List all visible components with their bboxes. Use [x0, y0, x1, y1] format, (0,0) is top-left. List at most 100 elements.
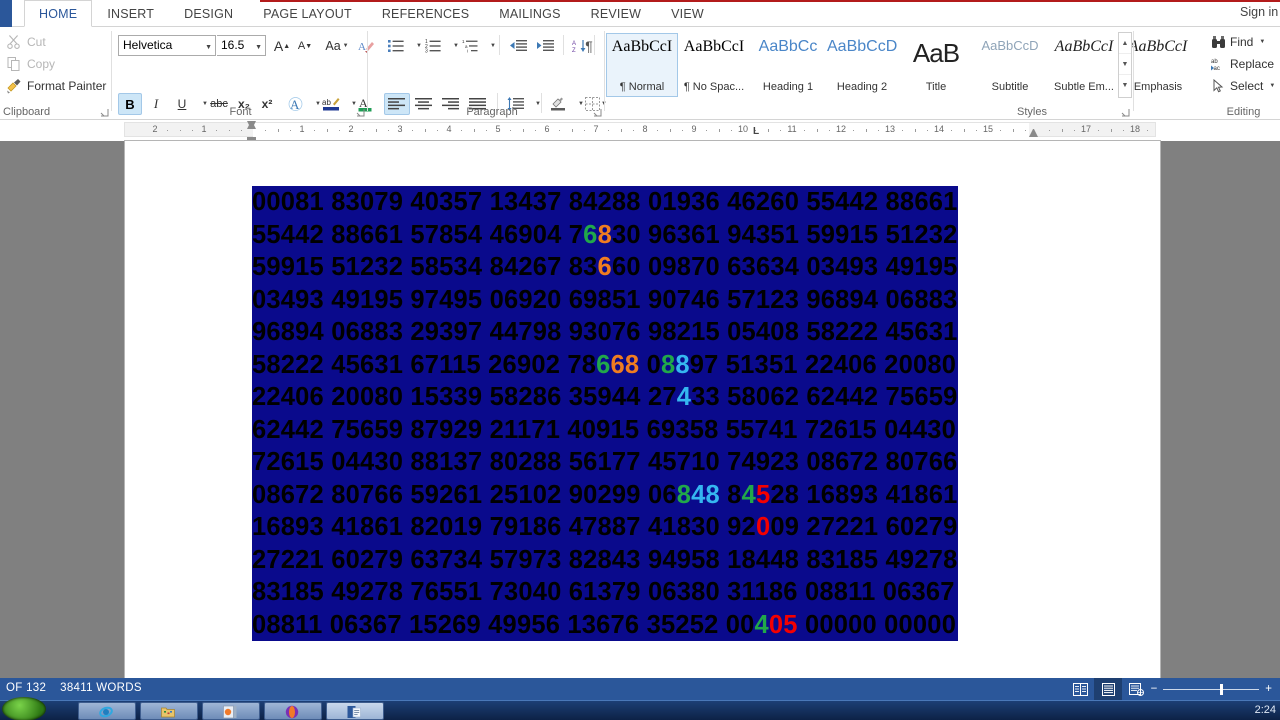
ruler-label: 3 — [397, 124, 403, 134]
group-divider — [1133, 31, 1134, 111]
style-item-heading-2[interactable]: AaBbCcD Heading 2 — [826, 33, 898, 97]
paragraph-dialog-launcher[interactable] — [593, 108, 602, 117]
document-line[interactable]: 72615 04430 88137 80288 56177 45710 7492… — [252, 446, 958, 479]
ruler-tick — [1049, 130, 1051, 131]
taskbar-item-internet-explorer[interactable] — [78, 702, 136, 720]
clear-formatting-button[interactable]: A — [355, 35, 377, 57]
style-item-title[interactable]: AaB Title — [900, 33, 972, 97]
ribbon-tab-design[interactable]: DESIGN — [169, 0, 248, 27]
ruler-label: 11 — [787, 124, 797, 134]
web-layout-button[interactable] — [1122, 678, 1150, 700]
document-line[interactable]: 22406 20080 15339 58286 35944 27433 5806… — [252, 381, 958, 414]
ruler-tick — [1000, 130, 1002, 131]
document-line[interactable]: 58222 45631 67115 26902 78668 08897 5135… — [252, 349, 958, 382]
word-count-label[interactable]: 38411 WORDS — [60, 682, 142, 694]
find-button[interactable]: Find ▼ — [1211, 33, 1265, 51]
start-button[interactable] — [2, 697, 46, 720]
select-button[interactable]: Select ▼ — [1211, 77, 1275, 95]
style-item-subtle-em[interactable]: AaBbCcI Subtle Em... — [1048, 33, 1120, 97]
ribbon-tab-references[interactable]: REFERENCES — [367, 0, 484, 27]
grow-font-button[interactable]: A ▲ — [271, 35, 293, 57]
document-line[interactable]: 96894 06883 29397 44798 93076 98215 0540… — [252, 316, 958, 349]
decrease-indent-button[interactable] — [505, 35, 531, 57]
bullets-button[interactable] — [384, 35, 408, 57]
ruler-tick — [424, 129, 426, 132]
ribbon-tab-insert[interactable]: INSERT — [92, 0, 169, 27]
document-line[interactable]: 59915 51232 58534 84267 83660 09870 6363… — [252, 251, 958, 284]
document-line[interactable]: 08672 80766 59261 25102 90299 06848 8452… — [252, 479, 958, 512]
taskbar-item-file-explorer[interactable] — [140, 702, 198, 720]
replace-button[interactable]: ab ac Replace — [1211, 55, 1274, 73]
horizontal-ruler[interactable]: 2 1 1 2 3 4 5 6 7 8 9 10 11 12 13 14 15 17 18 — [124, 122, 1156, 138]
style-item--no-spac[interactable]: AaBbCcI ¶ No Spac... — [678, 33, 750, 97]
ruler-label: 14 — [933, 124, 945, 134]
chevron-down-icon[interactable]: ▼ — [1269, 83, 1275, 89]
ribbon-tab-mailings[interactable]: MAILINGS — [484, 0, 575, 27]
styles-scroll-buttons[interactable]: ▲ ▼ ▼ — [1118, 32, 1132, 98]
document-page[interactable]: 00081 83079 40357 13437 84288 01936 4626… — [125, 141, 1160, 681]
status-bar: OF 132 38411 WORDS − + — [0, 678, 1280, 700]
zoom-out-button[interactable]: − — [1151, 683, 1158, 695]
read-mode-button[interactable] — [1066, 678, 1094, 700]
zoom-slider-handle[interactable] — [1220, 683, 1224, 695]
clipboard-dialog-launcher[interactable] — [100, 108, 109, 117]
right-indent-icon[interactable] — [1029, 129, 1038, 137]
selected-text-block[interactable]: 00081 83079 40357 13437 84288 01936 4626… — [252, 186, 958, 641]
hanging-indent-icon[interactable] — [247, 121, 256, 129]
styles-dialog-launcher[interactable] — [1121, 108, 1130, 117]
document-line[interactable]: 03493 49195 97495 06920 69851 90746 5712… — [252, 284, 958, 317]
editing-group-label: Editing — [1226, 106, 1261, 118]
ribbon-tab-view[interactable]: VIEW — [656, 0, 719, 27]
shrink-font-button[interactable]: A ▼ — [294, 35, 316, 57]
text-run-black: 27221 60279 63734 57973 82843 94958 1844… — [252, 545, 958, 574]
zoom-slider[interactable] — [1163, 683, 1260, 695]
style-item-heading-1[interactable]: AaBbCc Heading 1 — [752, 33, 824, 97]
format-painter-button[interactable]: Format Painter — [6, 77, 106, 95]
increase-indent-button[interactable] — [532, 35, 558, 57]
ruler-label: 15 — [982, 124, 994, 134]
font-name-input[interactable]: Helvetica ▼ — [118, 35, 216, 56]
text-run-cyan: 8 — [675, 350, 690, 379]
style-item--normal[interactable]: AaBbCcI ¶ Normal — [606, 33, 678, 97]
zoom-in-button[interactable]: + — [1265, 683, 1272, 695]
font-dialog-launcher[interactable] — [356, 108, 365, 117]
document-line[interactable]: 00081 83079 40357 13437 84288 01936 4626… — [252, 186, 958, 219]
ribbon-tab-page-layout[interactable]: PAGE LAYOUT — [248, 0, 367, 27]
document-line[interactable]: 27221 60279 63734 57973 82843 94958 1844… — [252, 544, 958, 577]
document-line[interactable]: 55442 88661 57854 46904 76830 96361 9435… — [252, 219, 958, 252]
ruler-tick — [1098, 130, 1100, 131]
styles-scroll-up-icon[interactable]: ▲ — [1119, 33, 1131, 54]
numbering-button[interactable]: 1 2 3 — [421, 35, 445, 57]
print-layout-button[interactable] — [1094, 678, 1122, 700]
clear-formatting-icon: A — [358, 38, 375, 54]
copy-button[interactable]: Copy — [6, 55, 55, 73]
style-item-subtitle[interactable]: AaBbCcD Subtitle — [974, 33, 1046, 97]
text-run-black: 60 09870 63634 03493 49195 — [611, 253, 958, 281]
word-icon — [347, 705, 361, 719]
multilevel-list-button[interactable]: 1 a i — [458, 35, 482, 57]
ribbon-tab-review[interactable]: REVIEW — [576, 0, 657, 27]
taskbar-item-opera[interactable] — [264, 702, 322, 720]
tab-stop-marker[interactable]: L — [753, 126, 759, 137]
document-line[interactable]: 83185 49278 76551 73040 61379 06380 3118… — [252, 576, 958, 609]
sign-in-link[interactable]: Sign in — [1240, 5, 1280, 19]
document-line[interactable]: 62442 75659 87929 21171 40915 69358 5574… — [252, 414, 958, 447]
document-line[interactable]: 16893 41861 82019 79186 47887 41830 9200… — [252, 511, 958, 544]
ribbon-tab-home[interactable]: HOME — [24, 0, 93, 27]
chevron-down-icon[interactable]: ▼ — [1259, 39, 1265, 45]
ruler-label: 9 — [691, 124, 697, 134]
ruler-tick — [522, 129, 524, 132]
taskbar-item-media-player[interactable] — [202, 702, 260, 720]
ruler-tick — [571, 129, 573, 132]
font-size-input[interactable]: 16.5 ▼ — [217, 35, 266, 56]
numbered-list-icon: 1 2 3 — [425, 39, 441, 53]
change-case-button[interactable]: Aa ▼ — [321, 35, 353, 57]
taskbar-item-word[interactable] — [326, 702, 384, 720]
styles-scroll-down-icon[interactable]: ▼ — [1119, 54, 1131, 75]
cut-button[interactable]: Cut — [6, 33, 46, 51]
page-count-label[interactable]: OF 132 — [6, 682, 46, 694]
taskbar-clock[interactable]: 2:24 — [1255, 704, 1276, 716]
show-formatting-marks-button[interactable]: ¶ — [578, 35, 600, 57]
document-line[interactable]: 08811 06367 15269 49956 13676 35252 0040… — [252, 609, 958, 642]
styles-more-icon[interactable]: ▼ — [1119, 75, 1131, 96]
